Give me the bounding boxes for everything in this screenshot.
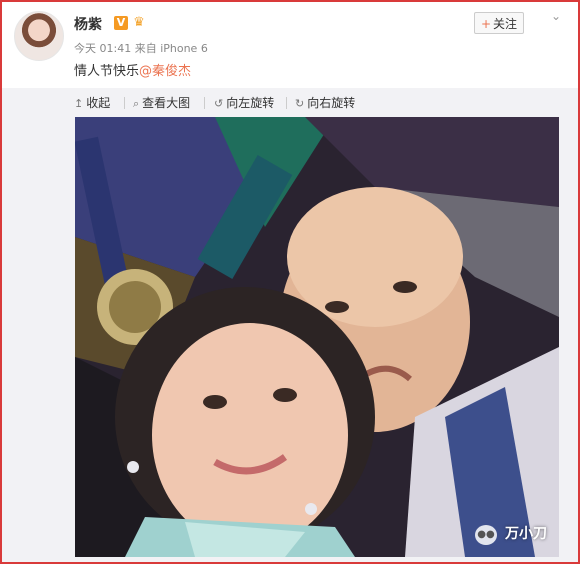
rotate-left-button[interactable]: ↺ 向左旋转 <box>214 95 274 111</box>
post-photo[interactable]: ●● 万小刀 <box>75 117 559 557</box>
post-meta: 今天 01:41 来自 iPhone 6 <box>74 42 208 55</box>
rotate-left-icon: ↺ <box>214 97 224 110</box>
rotate-left-label: 向左旋转 <box>226 96 275 110</box>
divider <box>124 97 125 109</box>
follow-label: 关注 <box>493 17 518 31</box>
follow-button[interactable]: + 关注 <box>474 12 524 34</box>
image-toolbar: ↥ 收起 ⌕ 查看大图 ↺ 向左旋转 ↻ 向右旋转 <box>2 88 578 116</box>
wechat-icon: ●● <box>475 525 497 545</box>
collapse-button[interactable]: ↥ 收起 <box>74 95 110 111</box>
mention-link[interactable]: @秦俊杰 <box>139 64 191 79</box>
divider <box>286 97 287 109</box>
selfie-photo <box>75 117 559 557</box>
weibo-post-frame: 杨紫 V ♛ 今天 01:41 来自 iPhone 6 情人节快乐@秦俊杰 + 关… <box>0 0 580 564</box>
plus-icon: + <box>480 17 492 31</box>
view-large-button[interactable]: ⌕ 查看大图 <box>133 95 190 111</box>
crown-icon: ♛ <box>133 15 145 30</box>
avatar[interactable] <box>14 11 64 61</box>
watermark-text: 万小刀 <box>505 526 547 542</box>
chevron-down-icon[interactable]: ⌄ <box>548 8 564 24</box>
divider <box>204 97 205 109</box>
collapse-icon: ↥ <box>74 97 84 110</box>
rotate-right-label: 向右旋转 <box>307 96 356 110</box>
view-large-label: 查看大图 <box>142 96 191 110</box>
rotate-right-button[interactable]: ↻ 向右旋转 <box>295 95 355 111</box>
collapse-label: 收起 <box>86 96 111 110</box>
post-content: 情人节快乐@秦俊杰 <box>74 60 191 79</box>
post-header: 杨紫 V ♛ 今天 01:41 来自 iPhone 6 情人节快乐@秦俊杰 + 关… <box>2 2 578 88</box>
search-icon: ⌕ <box>133 97 140 110</box>
verified-icon: V <box>114 16 128 30</box>
rotate-right-icon: ↻ <box>295 97 305 110</box>
username[interactable]: 杨紫 <box>74 14 102 34</box>
post-text: 情人节快乐 <box>74 64 140 79</box>
